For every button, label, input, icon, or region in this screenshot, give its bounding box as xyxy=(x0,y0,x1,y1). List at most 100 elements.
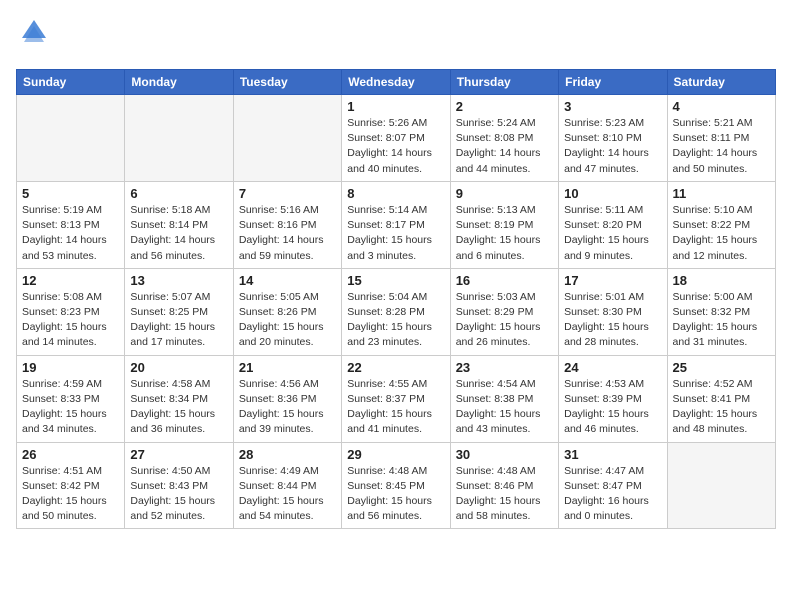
calendar-week-3: 12 Sunrise: 5:08 AM Sunset: 8:23 PM Dayli… xyxy=(17,268,776,355)
day-info: Sunrise: 4:48 AM Sunset: 8:45 PM Dayligh… xyxy=(347,464,444,525)
calendar-cell: 2 Sunrise: 5:24 AM Sunset: 8:08 PM Daylig… xyxy=(450,95,558,182)
calendar-table: SundayMondayTuesdayWednesdayThursdayFrid… xyxy=(16,69,776,529)
day-number: 13 xyxy=(130,273,227,288)
calendar-cell xyxy=(667,442,775,529)
day-info: Sunrise: 4:54 AM Sunset: 8:38 PM Dayligh… xyxy=(456,377,553,438)
day-number: 6 xyxy=(130,186,227,201)
col-header-tuesday: Tuesday xyxy=(233,70,341,95)
day-number: 28 xyxy=(239,447,336,462)
day-info: Sunrise: 5:11 AM Sunset: 8:20 PM Dayligh… xyxy=(564,203,661,264)
day-number: 24 xyxy=(564,360,661,375)
calendar-cell: 3 Sunrise: 5:23 AM Sunset: 8:10 PM Daylig… xyxy=(559,95,667,182)
calendar-cell: 26Sunrise: 4:51 AM Sunset: 8:42 PM Dayli… xyxy=(17,442,125,529)
calendar-cell: 14 Sunrise: 5:05 AM Sunset: 8:26 PM Dayli… xyxy=(233,268,341,355)
calendar-week-2: 5 Sunrise: 5:19 AM Sunset: 8:13 PM Daylig… xyxy=(17,181,776,268)
day-number: 14 xyxy=(239,273,336,288)
day-info: Sunrise: 4:48 AM Sunset: 8:46 PM Dayligh… xyxy=(456,464,553,525)
day-number: 10 xyxy=(564,186,661,201)
calendar-cell: 31 Sunrise: 4:47 AM Sunset: 8:47 PM Dayli… xyxy=(559,442,667,529)
day-number: 22 xyxy=(347,360,444,375)
calendar-week-5: 26Sunrise: 4:51 AM Sunset: 8:42 PM Dayli… xyxy=(17,442,776,529)
day-number: 1 xyxy=(347,99,444,114)
day-number: 19 xyxy=(22,360,119,375)
calendar-week-4: 19 Sunrise: 4:59 AM Sunset: 8:33 PM Dayli… xyxy=(17,355,776,442)
day-info: Sunrise: 4:53 AM Sunset: 8:39 PM Dayligh… xyxy=(564,377,661,438)
calendar-cell: 23 Sunrise: 4:54 AM Sunset: 8:38 PM Dayli… xyxy=(450,355,558,442)
day-number: 20 xyxy=(130,360,227,375)
day-info: Sunrise: 4:50 AM Sunset: 8:43 PM Dayligh… xyxy=(130,464,227,525)
calendar-cell: 27 Sunrise: 4:50 AM Sunset: 8:43 PM Dayli… xyxy=(125,442,233,529)
calendar-cell: 8Sunrise: 5:14 AM Sunset: 8:17 PM Daylig… xyxy=(342,181,450,268)
calendar-cell: 12 Sunrise: 5:08 AM Sunset: 8:23 PM Dayli… xyxy=(17,268,125,355)
calendar-cell: 1 Sunrise: 5:26 AM Sunset: 8:07 PM Daylig… xyxy=(342,95,450,182)
day-number: 12 xyxy=(22,273,119,288)
day-info: Sunrise: 4:59 AM Sunset: 8:33 PM Dayligh… xyxy=(22,377,119,438)
day-info: Sunrise: 5:05 AM Sunset: 8:26 PM Dayligh… xyxy=(239,290,336,351)
day-number: 30 xyxy=(456,447,553,462)
calendar-cell: 16Sunrise: 5:03 AM Sunset: 8:29 PM Dayli… xyxy=(450,268,558,355)
day-number: 27 xyxy=(130,447,227,462)
day-info: Sunrise: 4:47 AM Sunset: 8:47 PM Dayligh… xyxy=(564,464,661,525)
calendar-cell: 10 Sunrise: 5:11 AM Sunset: 8:20 PM Dayli… xyxy=(559,181,667,268)
day-info: Sunrise: 5:10 AM Sunset: 8:22 PM Dayligh… xyxy=(673,203,770,264)
col-header-wednesday: Wednesday xyxy=(342,70,450,95)
calendar-cell: 18Sunrise: 5:00 AM Sunset: 8:32 PM Dayli… xyxy=(667,268,775,355)
day-info: Sunrise: 4:51 AM Sunset: 8:42 PM Dayligh… xyxy=(22,464,119,525)
day-number: 31 xyxy=(564,447,661,462)
page-header xyxy=(16,16,776,57)
day-number: 11 xyxy=(673,186,770,201)
calendar-cell xyxy=(125,95,233,182)
calendar-cell: 29 Sunrise: 4:48 AM Sunset: 8:45 PM Dayli… xyxy=(342,442,450,529)
day-info: Sunrise: 5:19 AM Sunset: 8:13 PM Dayligh… xyxy=(22,203,119,264)
calendar-header-row: SundayMondayTuesdayWednesdayThursdayFrid… xyxy=(17,70,776,95)
day-number: 29 xyxy=(347,447,444,462)
col-header-monday: Monday xyxy=(125,70,233,95)
calendar-cell: 19 Sunrise: 4:59 AM Sunset: 8:33 PM Dayli… xyxy=(17,355,125,442)
calendar-cell: 24 Sunrise: 4:53 AM Sunset: 8:39 PM Dayli… xyxy=(559,355,667,442)
day-number: 15 xyxy=(347,273,444,288)
col-header-saturday: Saturday xyxy=(667,70,775,95)
calendar-cell: 17 Sunrise: 5:01 AM Sunset: 8:30 PM Dayli… xyxy=(559,268,667,355)
calendar-cell: 4Sunrise: 5:21 AM Sunset: 8:11 PM Daylig… xyxy=(667,95,775,182)
day-info: Sunrise: 5:18 AM Sunset: 8:14 PM Dayligh… xyxy=(130,203,227,264)
calendar-cell xyxy=(17,95,125,182)
calendar-cell: 5 Sunrise: 5:19 AM Sunset: 8:13 PM Daylig… xyxy=(17,181,125,268)
day-number: 8 xyxy=(347,186,444,201)
day-info: Sunrise: 5:01 AM Sunset: 8:30 PM Dayligh… xyxy=(564,290,661,351)
day-info: Sunrise: 4:55 AM Sunset: 8:37 PM Dayligh… xyxy=(347,377,444,438)
day-number: 7 xyxy=(239,186,336,201)
col-header-sunday: Sunday xyxy=(17,70,125,95)
logo-icon xyxy=(16,16,52,57)
calendar-cell: 20 Sunrise: 4:58 AM Sunset: 8:34 PM Dayli… xyxy=(125,355,233,442)
calendar-cell xyxy=(233,95,341,182)
calendar-cell: 7 Sunrise: 5:16 AM Sunset: 8:16 PM Daylig… xyxy=(233,181,341,268)
calendar-cell: 6 Sunrise: 5:18 AM Sunset: 8:14 PM Daylig… xyxy=(125,181,233,268)
day-number: 3 xyxy=(564,99,661,114)
calendar-cell: 13 Sunrise: 5:07 AM Sunset: 8:25 PM Dayli… xyxy=(125,268,233,355)
day-info: Sunrise: 5:26 AM Sunset: 8:07 PM Dayligh… xyxy=(347,116,444,177)
day-number: 5 xyxy=(22,186,119,201)
day-number: 2 xyxy=(456,99,553,114)
day-number: 17 xyxy=(564,273,661,288)
day-number: 23 xyxy=(456,360,553,375)
logo xyxy=(16,16,58,57)
day-info: Sunrise: 5:24 AM Sunset: 8:08 PM Dayligh… xyxy=(456,116,553,177)
day-info: Sunrise: 5:03 AM Sunset: 8:29 PM Dayligh… xyxy=(456,290,553,351)
calendar-cell: 25 Sunrise: 4:52 AM Sunset: 8:41 PM Dayli… xyxy=(667,355,775,442)
calendar-cell: 9Sunrise: 5:13 AM Sunset: 8:19 PM Daylig… xyxy=(450,181,558,268)
day-number: 21 xyxy=(239,360,336,375)
day-info: Sunrise: 4:52 AM Sunset: 8:41 PM Dayligh… xyxy=(673,377,770,438)
day-info: Sunrise: 5:08 AM Sunset: 8:23 PM Dayligh… xyxy=(22,290,119,351)
calendar-cell: 22 Sunrise: 4:55 AM Sunset: 8:37 PM Dayli… xyxy=(342,355,450,442)
calendar-cell: 30 Sunrise: 4:48 AM Sunset: 8:46 PM Dayli… xyxy=(450,442,558,529)
col-header-friday: Friday xyxy=(559,70,667,95)
day-info: Sunrise: 5:07 AM Sunset: 8:25 PM Dayligh… xyxy=(130,290,227,351)
day-info: Sunrise: 4:49 AM Sunset: 8:44 PM Dayligh… xyxy=(239,464,336,525)
day-info: Sunrise: 4:58 AM Sunset: 8:34 PM Dayligh… xyxy=(130,377,227,438)
calendar-cell: 15Sunrise: 5:04 AM Sunset: 8:28 PM Dayli… xyxy=(342,268,450,355)
day-info: Sunrise: 5:23 AM Sunset: 8:10 PM Dayligh… xyxy=(564,116,661,177)
day-info: Sunrise: 5:16 AM Sunset: 8:16 PM Dayligh… xyxy=(239,203,336,264)
day-number: 25 xyxy=(673,360,770,375)
calendar-cell: 21Sunrise: 4:56 AM Sunset: 8:36 PM Dayli… xyxy=(233,355,341,442)
day-info: Sunrise: 5:21 AM Sunset: 8:11 PM Dayligh… xyxy=(673,116,770,177)
